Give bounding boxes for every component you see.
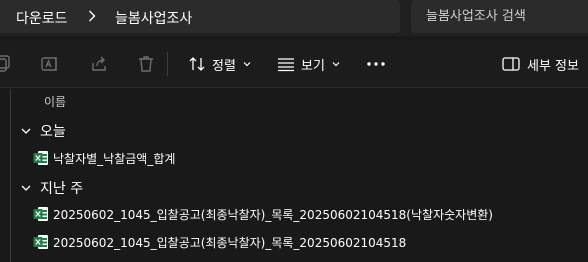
file-list: 이름 오늘 낙찰자별_낙찰금액_합계 지난 주 20250602_1045_입찰…	[0, 89, 588, 262]
excel-file-icon	[33, 207, 48, 221]
copy-icon[interactable]	[0, 54, 12, 74]
list-item[interactable]: 20250602_1045_입찰공고(최종낙찰자)_목록_20250602104…	[11, 229, 588, 255]
sort-icon	[189, 57, 205, 71]
delete-icon[interactable]	[136, 54, 156, 74]
breadcrumb[interactable]: 다운로드 늘봄사업조사	[0, 0, 400, 33]
file-name: 20250602_1045_입찰공고(최종낙찰자)_목록_20250602104…	[53, 236, 407, 250]
view-button[interactable]: 보기	[277, 52, 341, 76]
sort-button[interactable]: 정렬	[188, 52, 252, 76]
column-header-name[interactable]: 이름	[44, 93, 66, 110]
file-name: 20250602_1045_입찰공고(최종낙찰자)_목록_20250602104…	[53, 208, 493, 222]
search-box[interactable]	[411, 0, 588, 33]
toolbar-separator	[167, 52, 168, 76]
list-item[interactable]: 낙찰자별_낙찰금액_합계	[11, 145, 588, 171]
details-pane-icon	[502, 57, 520, 71]
address-bar-row: 다운로드 늘봄사업조사	[0, 0, 588, 36]
chevron-down-icon	[21, 128, 31, 134]
chevron-down-icon	[243, 62, 251, 67]
list-item[interactable]: 20250602_1045_입찰공고(최종낙찰자)_목록_20250602104…	[11, 201, 588, 227]
file-name: 낙찰자별_낙찰금액_합계	[53, 152, 176, 166]
breadcrumb-item-downloads[interactable]: 다운로드	[16, 8, 68, 28]
chevron-right-icon	[89, 10, 96, 22]
view-label: 보기	[301, 58, 325, 74]
sort-label: 정렬	[212, 58, 236, 74]
command-bar: 정렬 보기 세부 정보	[0, 40, 588, 88]
excel-file-icon	[33, 235, 48, 249]
search-input[interactable]	[426, 6, 586, 26]
chevron-down-icon	[332, 62, 340, 67]
share-icon[interactable]	[89, 54, 109, 74]
breadcrumb-item-current-folder[interactable]: 늘봄사업조사	[115, 8, 192, 28]
rename-icon[interactable]	[40, 54, 60, 74]
group-header-today[interactable]: 오늘	[20, 121, 66, 141]
chevron-down-icon	[21, 185, 31, 191]
details-pane-button[interactable]: 세부 정보	[502, 52, 579, 76]
details-label: 세부 정보	[527, 58, 579, 74]
group-label: 지난 주	[40, 181, 84, 197]
group-label: 오늘	[40, 124, 66, 140]
group-header-last-week[interactable]: 지난 주	[20, 178, 83, 198]
excel-file-icon	[33, 151, 48, 165]
view-list-icon	[278, 58, 294, 72]
more-options-icon[interactable]	[366, 56, 386, 72]
